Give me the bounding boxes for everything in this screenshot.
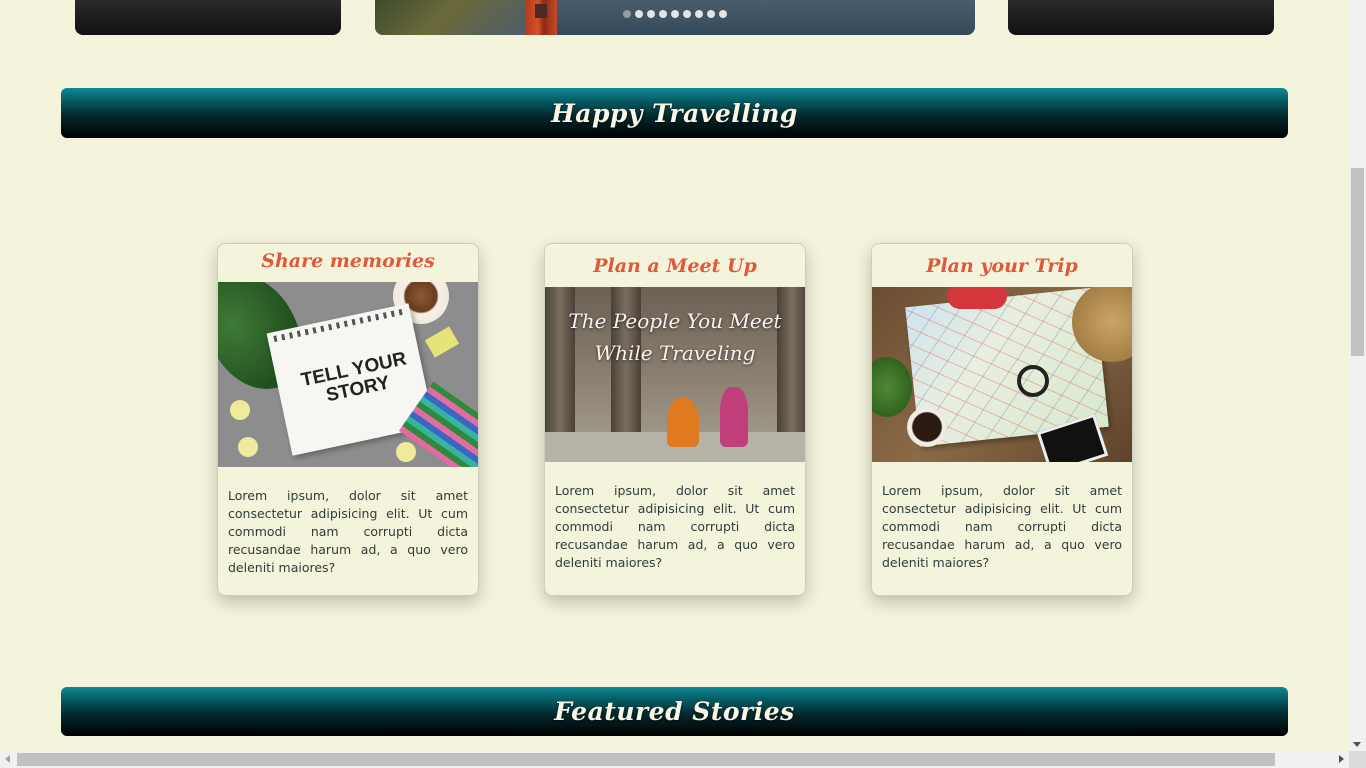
- scrollbar-corner: [1349, 751, 1366, 768]
- card-body: Lorem ipsum, dolor sit amet consectetur …: [882, 483, 1122, 570]
- section-banner-happy-travelling: Happy Travelling: [61, 88, 1288, 138]
- card-body: Lorem ipsum, dolor sit amet consectetur …: [555, 483, 795, 570]
- card-image-people-you-meet: The People You Meet While Traveling: [545, 287, 805, 462]
- monk-figure: [667, 397, 699, 447]
- carousel-slide-active[interactable]: [375, 0, 975, 35]
- coffee-cup-decoration: [907, 407, 947, 447]
- card-title: Plan your Trip: [926, 255, 1078, 277]
- dot-icon[interactable]: [635, 10, 643, 18]
- plant-decoration: [872, 357, 912, 417]
- image-caption-line1: The People You Meet: [568, 309, 782, 333]
- carousel-indicators: [375, 10, 975, 18]
- dot-icon[interactable]: [647, 10, 655, 18]
- dot-icon[interactable]: [695, 10, 703, 18]
- chevron-down-icon[interactable]: [1353, 742, 1361, 747]
- dot-icon[interactable]: [683, 10, 691, 18]
- dot-icon[interactable]: [623, 10, 631, 18]
- card-title: Share memories: [261, 250, 435, 272]
- chevron-right-icon[interactable]: [1339, 755, 1344, 763]
- chevron-left-icon[interactable]: [5, 755, 10, 763]
- sticky-note-decoration: [424, 326, 460, 358]
- carousel-slide-prev[interactable]: [75, 0, 341, 35]
- card-share-memories[interactable]: Share memories TELL YOUR STORY Lorem ipsu…: [217, 243, 479, 596]
- section-title: Featured Stories: [554, 697, 795, 726]
- horizontal-scrollbar[interactable]: [0, 751, 1349, 768]
- card-title: Plan a Meet Up: [593, 255, 757, 277]
- dot-icon[interactable]: [671, 10, 679, 18]
- shoe-decoration: [947, 287, 1007, 309]
- section-banner-featured-stories: Featured Stories: [61, 687, 1288, 736]
- dot-icon[interactable]: [659, 10, 667, 18]
- magnifier-decoration: [1017, 365, 1049, 397]
- dot-icon[interactable]: [719, 10, 727, 18]
- image-caption: The People You Meet While Traveling: [545, 305, 805, 369]
- card-image-tell-your-story: TELL YOUR STORY: [218, 282, 478, 467]
- section-title: Happy Travelling: [551, 98, 798, 128]
- card-body: Lorem ipsum, dolor sit amet consectetur …: [228, 488, 468, 575]
- paper-ball-decoration: [396, 442, 416, 462]
- card-plan-your-trip[interactable]: Plan your Trip Lorem ipsum, dolor sit am…: [871, 243, 1133, 596]
- carousel-slide-next[interactable]: [1008, 0, 1274, 35]
- paper-ball-decoration: [238, 437, 258, 457]
- traveler-figure: [720, 387, 748, 447]
- image-caption-line2: While Traveling: [594, 341, 756, 365]
- paper-ball-decoration: [230, 400, 250, 420]
- dot-icon[interactable]: [707, 10, 715, 18]
- card-plan-meet-up[interactable]: Plan a Meet Up The People You Meet While…: [544, 243, 806, 596]
- vertical-scrollbar[interactable]: [1349, 0, 1366, 751]
- horizontal-scroll-thumb[interactable]: [17, 753, 1275, 766]
- vertical-scroll-thumb[interactable]: [1351, 168, 1364, 356]
- card-image-travel-map: [872, 287, 1132, 462]
